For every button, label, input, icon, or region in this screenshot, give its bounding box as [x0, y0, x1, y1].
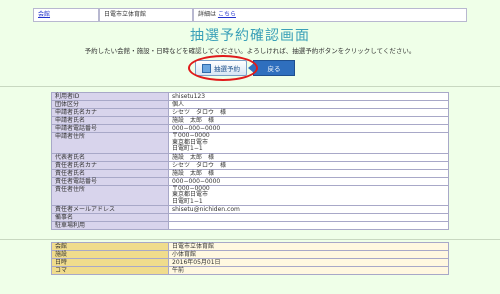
row-value: shisetu@nichiden.com	[168, 205, 449, 214]
row-value	[168, 213, 449, 222]
row-label: 備事名	[51, 213, 169, 222]
row-label: 申請者住所	[51, 132, 169, 154]
row-value	[168, 221, 449, 230]
table-row: 備事名	[51, 213, 449, 222]
row-label: 申請者氏名	[51, 116, 169, 125]
row-label: 責任者氏名カナ	[51, 160, 169, 170]
row-label: 団体区分	[51, 100, 169, 109]
row-label: 代表者氏名	[51, 152, 169, 162]
row-value: shisetu123	[168, 92, 449, 101]
row-value: 午前	[168, 266, 449, 275]
row-value: 個人	[168, 100, 449, 109]
row-value: 施設 太郎 様	[168, 116, 449, 125]
detail-link[interactable]: こちら	[218, 11, 236, 18]
table-row: 駐車場利用	[51, 221, 449, 230]
table-row: 申請者氏名 施設 太郎 様	[51, 116, 449, 125]
user-info-table: 利用者ID shisetu123 団体区分 個人 申請者氏名カナ シセツ タロウ 様申請者…	[51, 92, 449, 230]
row-value: 000−000−0000	[168, 176, 449, 186]
table-row: 申請者住所 〒000−0000 東京都日電市 日電町1−1	[51, 132, 449, 154]
divider-top	[0, 86, 500, 87]
table-row: 会館 日電市立体育館	[51, 242, 449, 251]
venue-name: 日電市立体育館	[99, 8, 193, 22]
row-label: 責任者メールアドレス	[51, 205, 169, 214]
row-value: 2016年05月01日	[168, 258, 449, 267]
row-label: 責任者電話番号	[51, 176, 169, 186]
venue-link-cell: 会館	[33, 8, 99, 22]
table-row: 責任者メールアドレス shisetu@nichiden.com	[51, 205, 449, 214]
venue-link[interactable]: 会館	[38, 11, 50, 18]
table-row: コマ 午前	[51, 266, 449, 275]
row-label: 施設	[51, 250, 169, 259]
divider-bottom	[0, 239, 500, 240]
row-value: 000−000−0000	[168, 124, 449, 133]
row-value: シセツ タロウ 様	[168, 160, 449, 170]
table-row: 施設 小体育館	[51, 250, 449, 259]
row-value: 施設 太郎 様	[168, 152, 449, 162]
table-row: 日時 2016年05月01日	[51, 258, 449, 267]
venue-header-bar: 会館 日電市立体育館 詳細は こちら	[33, 8, 467, 22]
row-label: 駐車場利用	[51, 221, 169, 230]
back-button[interactable]: 戻る	[248, 60, 295, 76]
address-line: 日電町1−1	[172, 197, 203, 205]
row-label: 責任者氏名	[51, 168, 169, 178]
row-label: 会館	[51, 242, 169, 251]
row-value: シセツ タロウ 様	[168, 108, 449, 117]
table-row: 団体区分 個人	[51, 100, 449, 109]
highlight-circle	[188, 55, 258, 81]
table-row: 責任者住所 〒000−0000 東京都日電市 日電町1−1	[51, 184, 449, 206]
row-value: 施設 太郎 様	[168, 168, 449, 178]
table-row: 申請者電話番号 000−000−0000	[51, 124, 449, 133]
back-label: 戻る	[267, 65, 281, 73]
row-label: 申請者電話番号	[51, 124, 169, 133]
page-title: 抽選予約確認画面	[190, 28, 310, 44]
table-row: 利用者ID shisetu123	[51, 92, 449, 101]
row-label: 申請者氏名カナ	[51, 108, 169, 117]
instruction-text: 予約したい会館・施設・日時などを確認してください。よろしければ、抽選予約ボタンを…	[84, 47, 416, 55]
address-line: 日電町1−1	[172, 145, 203, 152]
row-label: 利用者ID	[51, 92, 169, 101]
row-value: 〒000−0000 東京都日電市 日電町1−1	[168, 132, 449, 154]
row-label: 責任者住所	[51, 184, 169, 206]
row-label: コマ	[51, 266, 169, 275]
detail-cell: 詳細は こちら	[193, 8, 467, 22]
table-row: 代表者氏名 施設 太郎 様	[51, 152, 449, 162]
table-row: 申請者氏名カナ シセツ タロウ 様	[51, 108, 449, 117]
row-value: 〒000−0000 東京都日電市 日電町1−1	[168, 184, 449, 206]
row-label: 日時	[51, 258, 169, 267]
row-value: 小体育館	[168, 250, 449, 259]
table-row: 責任者氏名カナ シセツ タロウ 様	[51, 160, 449, 170]
row-value: 日電市立体育館	[168, 242, 449, 251]
table-row: 責任者氏名 施設 太郎 様	[51, 168, 449, 178]
table-row: 責任者電話番号 000−000−0000	[51, 176, 449, 186]
booking-info-table: 会館 日電市立体育館 施設 小体育館 日時 2016年05月01日 コマ 午前	[51, 242, 449, 275]
detail-label: 詳細は	[198, 11, 217, 18]
